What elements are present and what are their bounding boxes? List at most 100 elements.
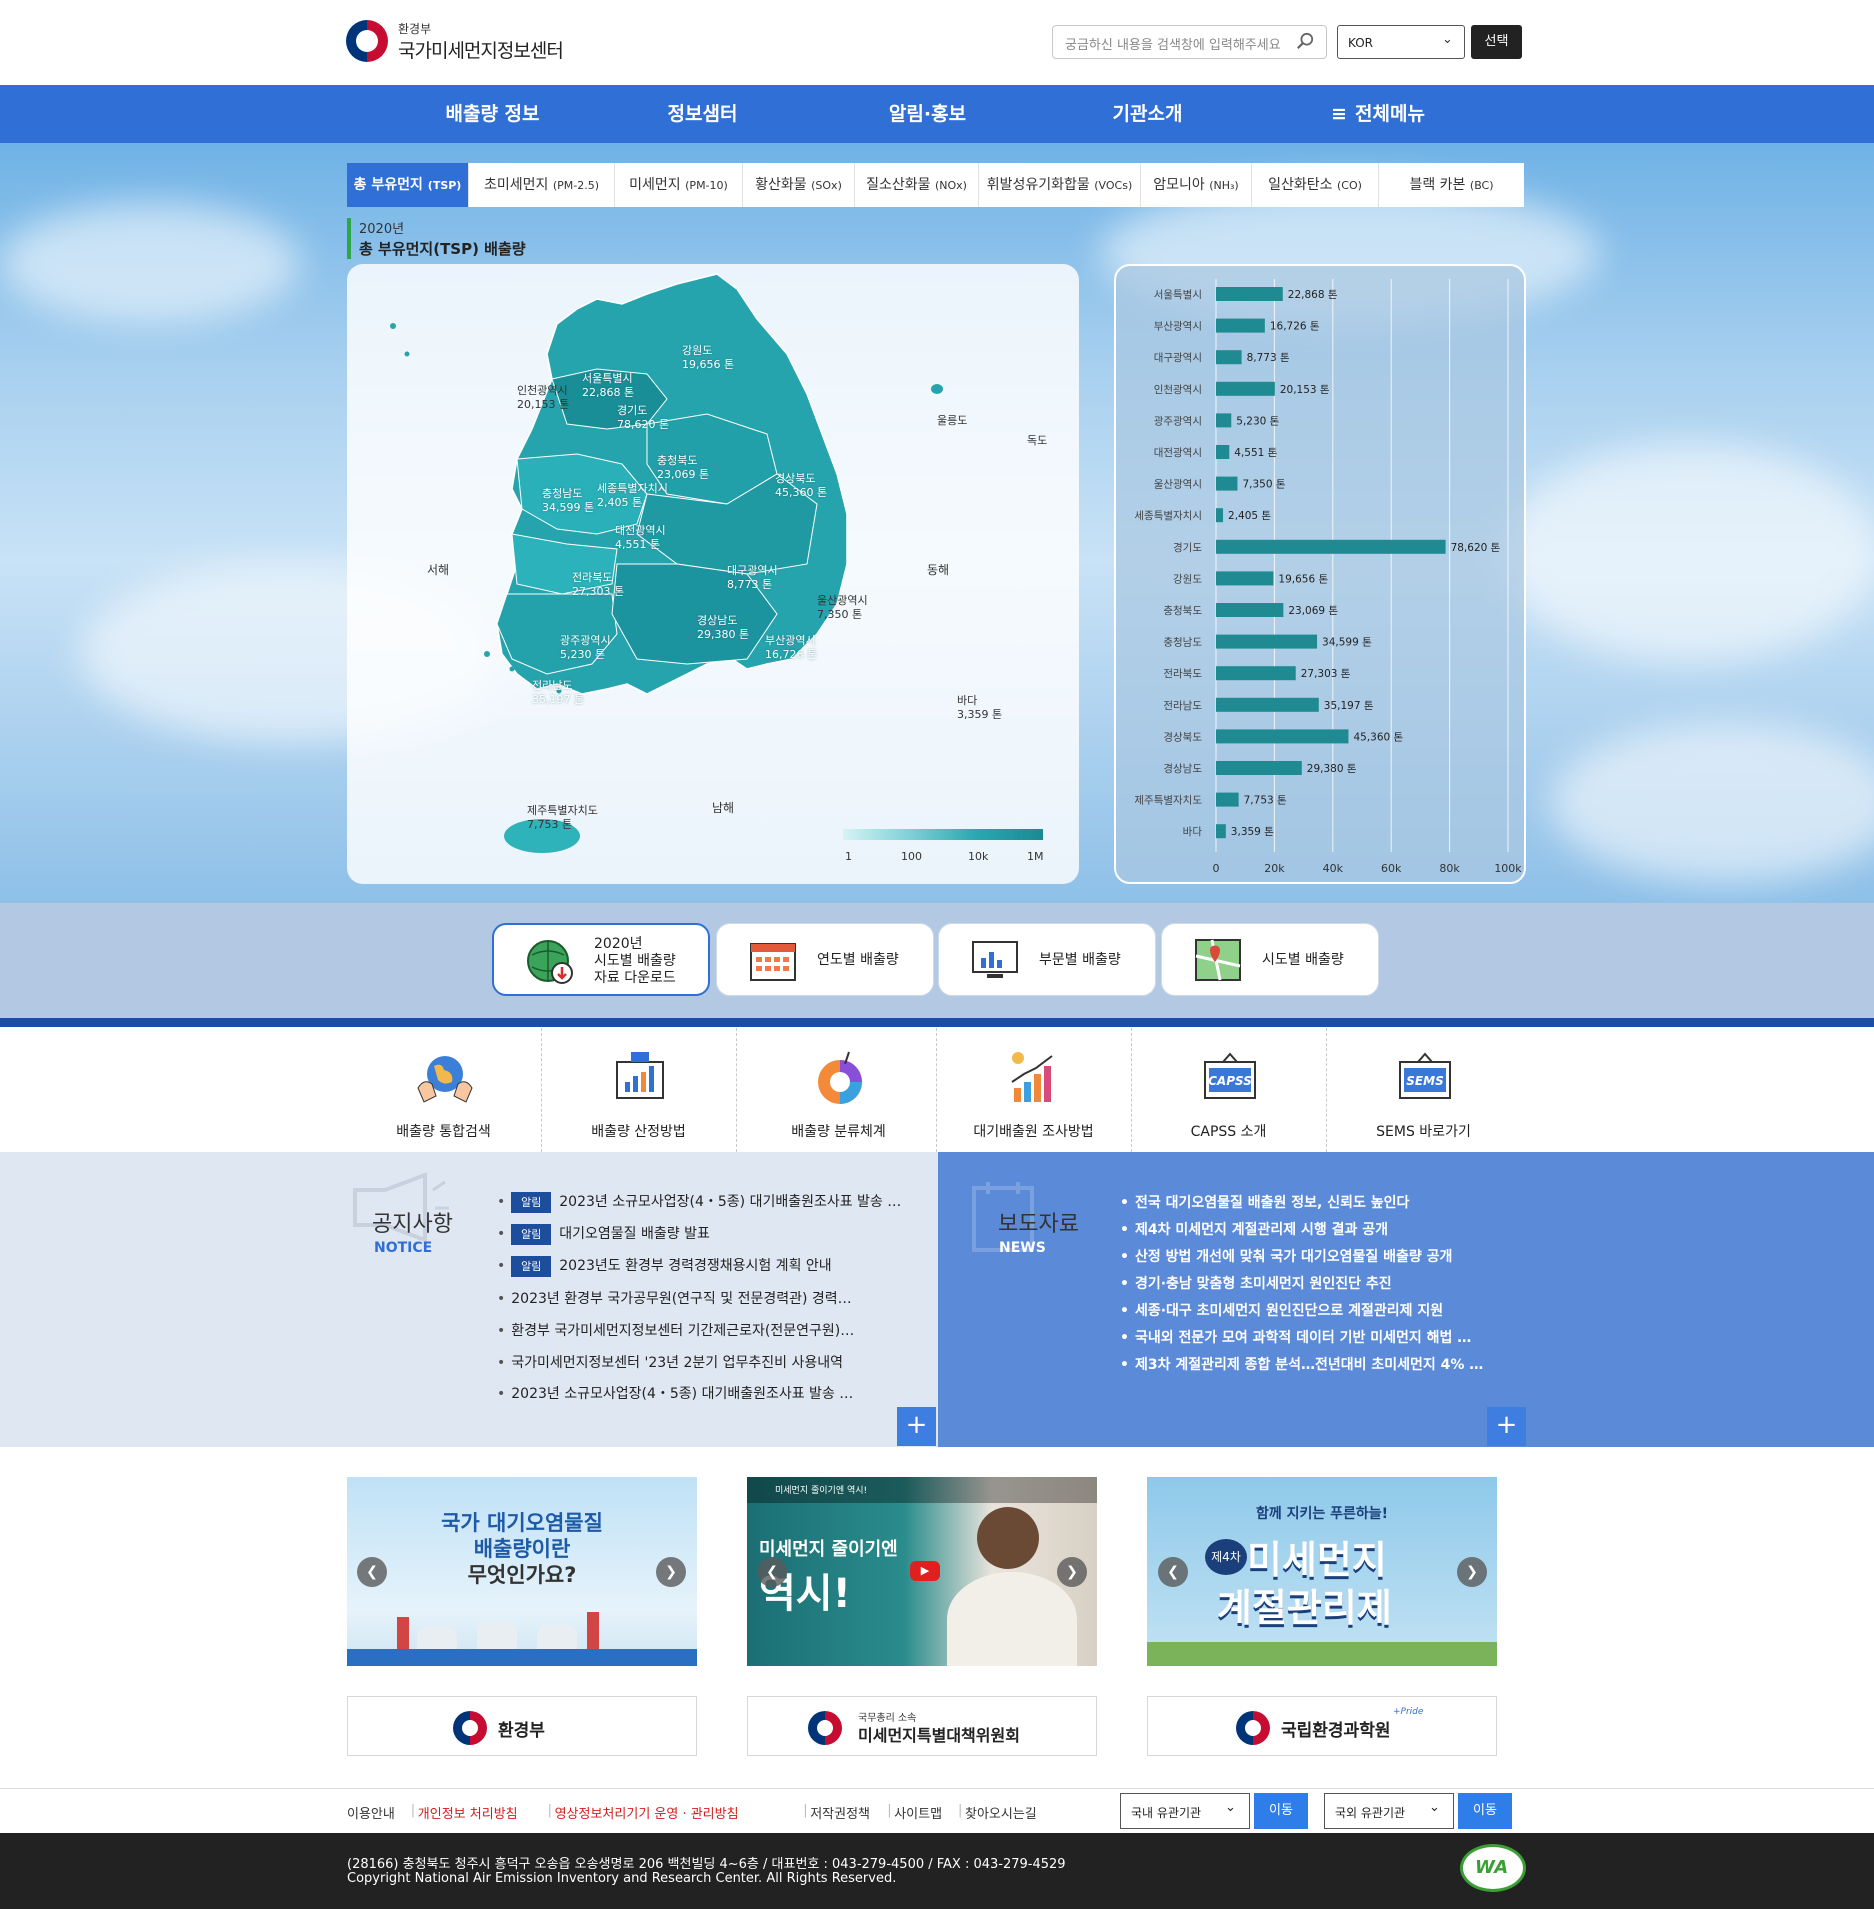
- footer-link[interactable]: 저작권정책: [810, 1803, 870, 1822]
- bar: [1216, 603, 1284, 617]
- monitor-chart-icon: [972, 941, 1018, 978]
- logo-ministry[interactable]: 환경부: [398, 20, 431, 37]
- press-item[interactable]: • 경기·충남 맞춤형 초미세먼지 원인진단 추진: [1120, 1273, 1392, 1293]
- banner-emission-explainer[interactable]: 국가 대기오염물질 배출량이란 무엇인가요?: [347, 1477, 697, 1666]
- chevron-down-icon: ⌄: [1442, 32, 1453, 47]
- footer-link[interactable]: 찾아오시는길: [965, 1803, 1037, 1822]
- bar: [1216, 318, 1265, 333]
- service-sems[interactable]: SEMS SEMS 바로가기: [1326, 1028, 1521, 1152]
- press-item[interactable]: • 국내외 전문가 모여 과학적 데이터 기반 미세먼지 해법 …: [1120, 1327, 1471, 1347]
- hamburger-menu-icon[interactable]: ≡: [1328, 85, 1350, 143]
- bar: [1216, 445, 1230, 459]
- notice-item[interactable]: • 알림 2023년도 환경부 경력경쟁채용시험 계획 안내: [497, 1255, 832, 1277]
- domestic-go-button[interactable]: 이동: [1254, 1793, 1308, 1829]
- category-label: 대전광역시: [1154, 447, 1202, 459]
- youtube-play-icon[interactable]: ▶: [910, 1561, 940, 1581]
- service-capss[interactable]: CAPSS CAPSS 소개: [1131, 1028, 1326, 1152]
- regional-emission-label: 시도별 배출량: [1262, 952, 1344, 968]
- bar-value-label: 22,868 톤: [1288, 289, 1338, 301]
- logo-title[interactable]: 국가미세먼지정보센터: [398, 36, 564, 63]
- tab-nox[interactable]: 질소산화물 (NOx): [855, 163, 979, 207]
- government-emblem-logo[interactable]: [346, 20, 388, 62]
- press-item[interactable]: • 세종·대구 초미세먼지 원인진단으로 계절관리제 지원: [1120, 1300, 1443, 1320]
- banner-prev-arrow-icon[interactable]: ❮: [357, 1557, 387, 1587]
- press-item[interactable]: • 전국 대기오염물질 배출원 정보, 신뢰도 높인다: [1120, 1192, 1409, 1212]
- footer-link[interactable]: 개인정보 처리방침: [418, 1803, 518, 1822]
- footer-link[interactable]: 사이트맵: [894, 1803, 942, 1822]
- bar-value-label: 7,350 톤: [1242, 479, 1285, 491]
- banner3-next-arrow-icon[interactable]: ❯: [1457, 1557, 1487, 1587]
- legend-tick: 1M: [1027, 850, 1044, 863]
- press-item[interactable]: • 제4차 미세먼지 계절관리제 시행 결과 공개: [1120, 1219, 1388, 1239]
- video-prev-arrow-icon[interactable]: ❮: [757, 1557, 787, 1587]
- nav-about[interactable]: 기관소개: [1075, 85, 1220, 143]
- nav-info-fountain[interactable]: 정보샘터: [630, 85, 775, 143]
- bar-value-label: 35,197 톤: [1324, 700, 1374, 712]
- tab-sox[interactable]: 황산화물 (SOx): [743, 163, 855, 207]
- download-data-button[interactable]: 2020년 시도별 배출량 자료 다운로드: [492, 923, 710, 996]
- service-calculation-method[interactable]: 배출량 산정방법: [541, 1028, 736, 1152]
- pollutant-tabs: 총 부유먼지 (TSP) 초미세먼지 (PM-2.5) 미세먼지 (PM-10)…: [347, 163, 1524, 207]
- tab-bc[interactable]: 블랙 카본 (BC): [1379, 163, 1524, 207]
- year-label: 2020년: [359, 222, 405, 237]
- bar-value-label: 34,599 톤: [1322, 637, 1372, 649]
- notice-item[interactable]: • 2023년 소규모사업장(4・5종) 대기배출원조사표 발송 …: [497, 1383, 853, 1403]
- org-link-fine-dust-committee[interactable]: 국무총리 소속 미세먼지특별대책위원회: [747, 1696, 1097, 1756]
- notice-item[interactable]: • 알림 2023년 소규모사업장(4・5종) 대기배출원조사표 발송 …: [497, 1191, 901, 1213]
- tab-tsp[interactable]: 총 부유먼지 (TSP): [347, 163, 469, 207]
- service-classification[interactable]: 배출량 분류체계: [741, 1028, 936, 1152]
- footer-link[interactable]: 영상정보처리기기 운영 · 관리방침: [555, 1803, 739, 1822]
- notice-title[interactable]: 공지사항: [372, 1206, 453, 1238]
- foreign-go-button[interactable]: 이동: [1458, 1793, 1512, 1829]
- notice-more-button[interactable]: +: [897, 1407, 936, 1446]
- press-item[interactable]: • 제3차 계절관리제 종합 분석…전년대비 초미세먼지 4% …: [1120, 1354, 1483, 1374]
- tab-vocs[interactable]: 휘발성유기화합물 (VOCs): [979, 163, 1141, 207]
- footer-link[interactable]: 이용안내: [347, 1803, 395, 1822]
- notice-badge: 알림: [511, 1223, 552, 1245]
- bar-value-label: 2,405 톤: [1228, 510, 1271, 522]
- press-item[interactable]: • 산정 방법 개선에 맞춰 국가 대기오염물질 배출량 공개: [1120, 1246, 1452, 1266]
- banner-next-arrow-icon[interactable]: ❯: [656, 1557, 686, 1587]
- regional-emission-button[interactable]: 시도별 배출량: [1161, 923, 1379, 996]
- nav-full-menu[interactable]: 전체메뉴: [1355, 85, 1475, 143]
- chevron-down-icon: ⌄: [1429, 1800, 1440, 1815]
- nav-emission-info[interactable]: 배출량 정보: [420, 85, 565, 143]
- banner-seasonal-management[interactable]: 함께 지키는 푸른하늘! 제4차 미세먼지 계절관리제: [1147, 1477, 1497, 1666]
- x-tick-label: 0: [1213, 862, 1220, 875]
- category-label: 세종특별자치시: [1134, 510, 1202, 522]
- bar-value-label: 45,360 톤: [1353, 731, 1403, 743]
- banner-video-promo[interactable]: 미세먼지 줄이기엔 역시! 미세먼지 줄이기엔 역시! ▶: [747, 1477, 1097, 1666]
- nav-notice-pr[interactable]: 알림·홍보: [855, 85, 1000, 143]
- press-item-text: 제3차 계절관리제 종합 분석…전년대비 초미세먼지 4% …: [1134, 1357, 1484, 1373]
- notice-item[interactable]: • 2023년 환경부 국가공무원(연구직 및 전문경력관) 경력…: [497, 1288, 852, 1308]
- notice-item[interactable]: • 알림 대기오염물질 배출량 발표: [497, 1223, 710, 1245]
- legend-tick: 100: [901, 850, 922, 863]
- notice-item-text: 대기오염물질 배출량 발표: [559, 1226, 710, 1242]
- press-more-button[interactable]: +: [1487, 1407, 1526, 1446]
- service-integrated-search[interactable]: 배출량 통합검색: [346, 1028, 541, 1152]
- notice-item[interactable]: • 국가미세먼지정보센터 '23년 2분기 업무추진비 사용내역: [497, 1352, 843, 1372]
- tab-pm25[interactable]: 초미세먼지 (PM-2.5): [469, 163, 615, 207]
- category-label: 충청북도: [1163, 605, 1202, 617]
- bar: [1216, 729, 1349, 744]
- tab-nh3[interactable]: 암모니아 (NH₃): [1141, 163, 1252, 207]
- heading-title: 총 부유먼지(TSP) 배출량: [359, 240, 526, 258]
- language-select-button[interactable]: 선택: [1471, 25, 1522, 59]
- org-link-nier[interactable]: 국립환경과학원 +Pride: [1147, 1696, 1497, 1756]
- bar: [1216, 571, 1274, 586]
- video-next-arrow-icon[interactable]: ❯: [1057, 1557, 1087, 1587]
- tab-pm10[interactable]: 미세먼지 (PM-10): [615, 163, 743, 207]
- search-icon[interactable]: [1296, 32, 1314, 50]
- sea-label: 동해: [927, 563, 950, 577]
- search-input[interactable]: 궁금하신 내용을 검색창에 입력해주세요: [1052, 25, 1327, 59]
- tab-co[interactable]: 일산화탄소 (CO): [1252, 163, 1379, 207]
- org-link-ministry-environment[interactable]: 환경부: [347, 1696, 697, 1756]
- bar: [1216, 539, 1446, 554]
- yearly-emission-button[interactable]: 연도별 배출량: [716, 923, 934, 996]
- ulleungdo-shape: [931, 384, 943, 394]
- service-survey-method[interactable]: 대기배출원 조사방법: [936, 1028, 1131, 1152]
- banner3-prev-arrow-icon[interactable]: ❮: [1158, 1557, 1188, 1587]
- notice-item[interactable]: • 환경부 국가미세먼지정보센터 기간제근로자(전문연구원)…: [497, 1320, 854, 1340]
- press-title[interactable]: 보도자료: [998, 1206, 1079, 1238]
- sector-emission-button[interactable]: 부문별 배출량: [938, 923, 1156, 996]
